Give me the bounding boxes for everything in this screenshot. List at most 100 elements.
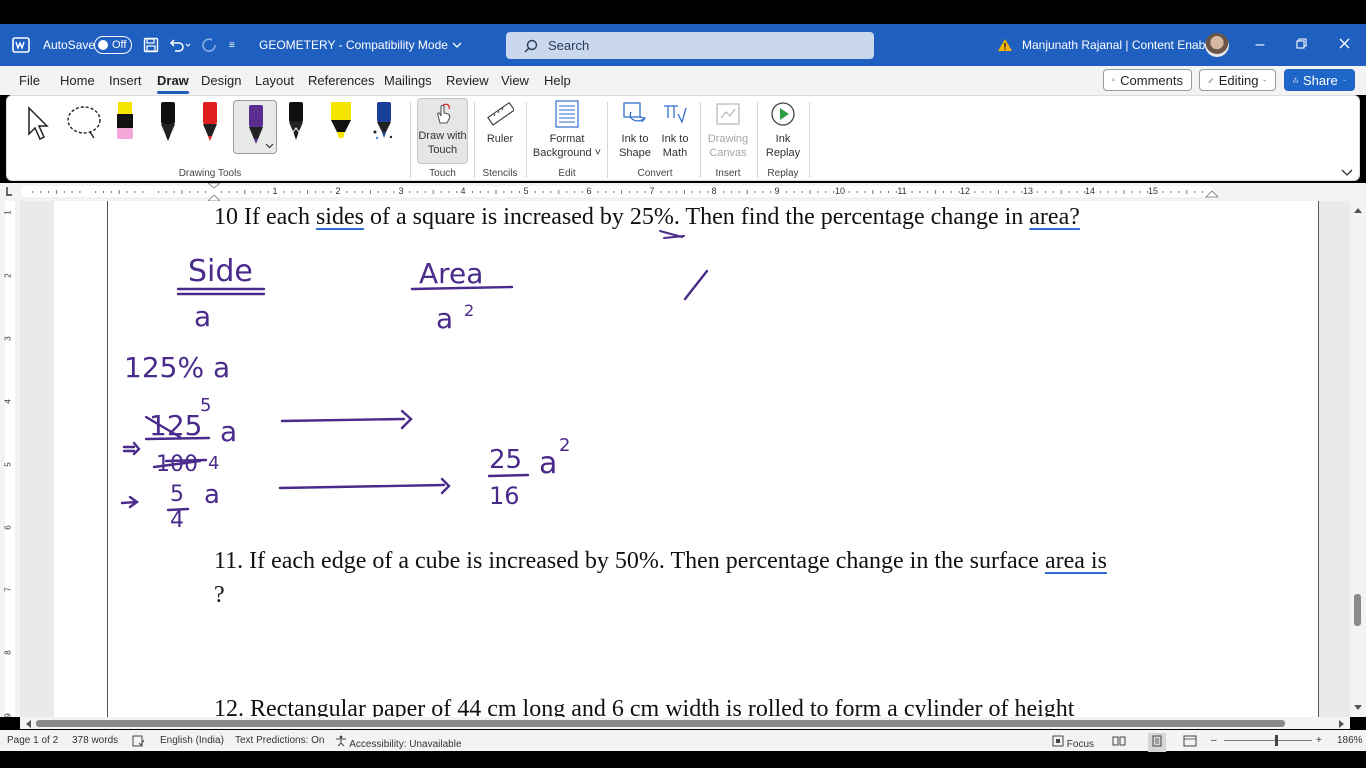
highlighter-peach[interactable] [114,102,136,147]
status-bar: Page 1 of 2 378 words English (India) Te… [0,730,1366,752]
ruler-number: 7 [649,186,655,196]
ribbon-separator [474,102,475,178]
ribbon-separator [700,102,701,178]
redo-icon[interactable] [201,24,219,66]
tab-draw[interactable]: Draw [157,73,189,94]
pen-black[interactable] [157,102,179,147]
zoom-slider-thumb[interactable] [1275,735,1278,746]
ink-frac2-variable: a [204,480,220,510]
restore-button[interactable] [1281,24,1321,66]
tab-layout[interactable]: Layout [255,73,294,88]
highlighter-yellow[interactable] [327,102,355,147]
ink-to-math-button[interactable]: Ink to Math [655,100,695,160]
horizontal-scrollbar-graphic [26,720,1344,728]
ink-layer[interactable]: Side a Area a 2 125% a 125 5 a 100 4 5 4… [54,201,1318,717]
ribbon-separator [410,102,411,178]
autosave-toggle[interactable]: Off [94,24,132,66]
page-count[interactable]: Page 1 of 2 [7,735,58,746]
vertical-ruler-number: 8 [3,650,13,655]
tab-references[interactable]: References [308,73,374,88]
user-name[interactable]: Manjunath Rajanal | Content Enablers [1022,24,1225,66]
print-layout-icon[interactable] [1148,733,1166,752]
ribbon-separator [526,102,527,178]
ink-to-shape-label-1: Ink to [621,133,649,145]
document-title[interactable]: GEOMETERY - Compatibility Mode [259,24,462,66]
vertical-ruler-number: 7 [3,587,13,592]
pen-blue-galaxy[interactable] [371,102,395,147]
ink-replay-button[interactable]: Ink Replay [762,100,804,160]
ink-frac2-numerator: 5 [170,482,184,507]
ink-result-numerator: 25 [489,445,522,475]
horizontal-ruler[interactable]: 1 2 3 4 5 6 7 8 9 10 11 12 13 14 15 [0,182,1366,202]
ink-text: Side a Area a 2 125% a 125 5 a 100 4 5 4… [124,254,570,533]
tab-help[interactable]: Help [544,73,571,88]
word-logo-icon [12,24,32,66]
vertical-ruler-track [5,201,15,717]
zoom-slider[interactable] [1224,740,1312,741]
zoom-out-button[interactable]: – [1211,735,1217,746]
tab-design[interactable]: Design [201,73,241,88]
ribbon-separator [809,102,810,178]
tab-file[interactable]: File [19,73,40,88]
zoom-in-button[interactable]: + [1316,735,1322,746]
pen-purple-selected[interactable] [233,100,277,154]
tab-review[interactable]: Review [446,73,489,88]
tab-view[interactable]: View [501,73,529,88]
editing-mode-button[interactable]: Editing [1199,69,1276,91]
web-layout-icon[interactable] [1183,735,1197,750]
read-mode-icon[interactable] [1112,735,1126,750]
focus-mode-button[interactable]: Focus [1052,735,1094,750]
close-button[interactable] [1324,24,1364,66]
search-placeholder: Search [548,38,590,53]
document-page[interactable]: 10 If each sides of a square is increase… [54,201,1319,717]
tab-insert[interactable]: Insert [109,73,142,88]
word-count[interactable]: 378 words [72,735,118,746]
menu-bar: File Home Insert Draw Design Layout Refe… [0,66,1366,95]
comment-icon [1112,78,1116,82]
accessibility-status[interactable]: Accessibility: Unavailable [335,735,462,750]
ribbon-separator [757,102,758,178]
share-button[interactable]: Share [1284,69,1355,91]
drawing-canvas-label-1: Drawing [707,133,749,145]
draw-with-touch-button[interactable]: Draw with Touch [417,98,468,164]
undo-icon[interactable] [168,24,192,66]
pencil-icon [1208,77,1214,83]
customize-toolbar-icon[interactable]: ≡ [229,24,235,66]
ink-to-shape-button[interactable]: Ink to Shape [615,100,655,160]
proofing-icon[interactable] [132,735,145,750]
document-canvas[interactable]: 10 If each sides of a square is increase… [20,201,1350,717]
avatar[interactable] [1205,24,1229,66]
tab-home[interactable]: Home [60,73,95,88]
vertical-ruler-number: 2 [3,273,13,278]
ruler-number: 2 [335,186,341,196]
stencils-group-label: Stencils [482,168,518,179]
pen-black-brush[interactable] [285,102,307,147]
pen-red[interactable] [199,102,221,147]
format-background-button[interactable]: Format Background ˅ [532,100,602,160]
tab-mailings[interactable]: Mailings [384,73,432,88]
edit-group-label: Edit [558,168,576,179]
horizontal-scrollbar[interactable] [20,717,1350,729]
lasso-select-tool[interactable] [64,104,104,147]
ink-to-math-label-2: Math [662,147,688,159]
vertical-ruler-number: 4 [3,399,13,404]
chevron-down-icon [265,143,274,149]
draw-with-touch-label-2: Touch [427,144,458,156]
language[interactable]: English (India) [160,735,224,746]
warning-icon[interactable] [997,24,1013,66]
vertical-scrollbar[interactable] [1350,201,1366,717]
search-box[interactable]: Search [506,32,874,59]
vertical-ruler[interactable]: 1 2 3 4 5 6 7 8 9 [0,201,20,718]
pen-icon [249,105,263,144]
save-icon[interactable] [143,24,159,66]
zoom-level[interactable]: 186% [1337,735,1363,746]
ink-squared-exponent: 2 [464,301,474,320]
chevron-down-icon [1341,169,1353,176]
select-tool[interactable] [25,104,53,147]
autosave-label: AutoSave [43,38,96,52]
minimize-button[interactable]: – [1240,24,1280,66]
comments-button[interactable]: Comments [1103,69,1192,91]
ruler-button[interactable]: Ruler [479,100,521,146]
collapse-ribbon-button[interactable] [1341,164,1353,182]
text-predictions[interactable]: Text Predictions: On [235,735,324,746]
